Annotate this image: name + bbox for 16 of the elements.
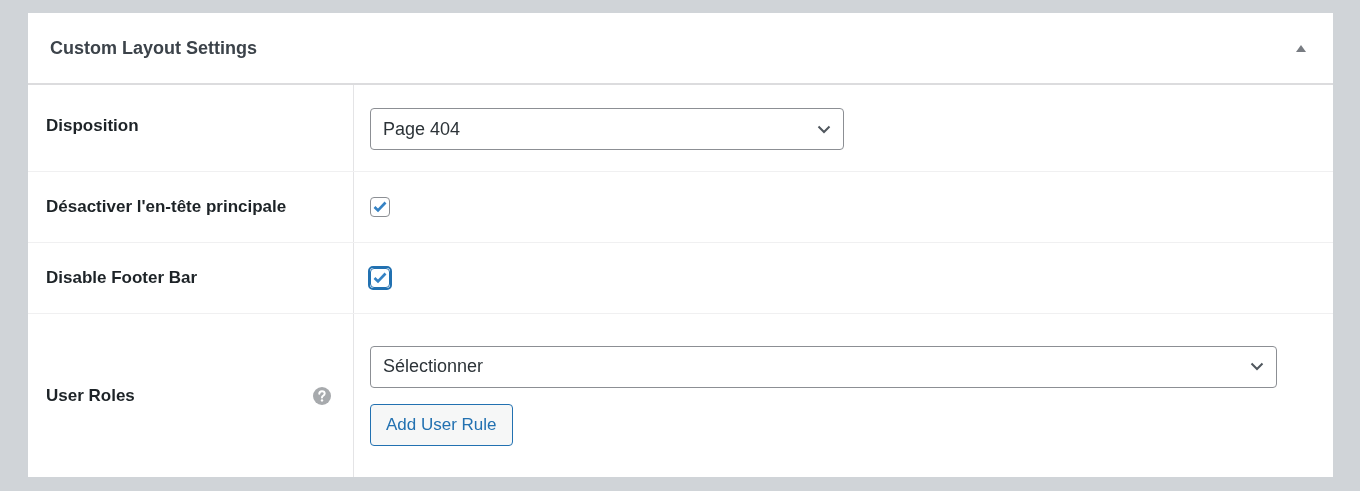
dropdown-select[interactable]: Page 404 [370, 108, 844, 150]
dropdown-select[interactable]: Sélectionner [370, 345, 1277, 388]
checkmark-icon [373, 201, 387, 213]
checkbox[interactable] [370, 197, 390, 217]
panel-title: Custom Layout Settings [50, 37, 257, 59]
collapse-toggle-icon[interactable] [1295, 43, 1307, 53]
chevron-down-icon [1250, 362, 1264, 371]
help-icon[interactable] [313, 386, 331, 405]
field-label: Disposition [46, 116, 139, 136]
checkmark-icon [373, 272, 387, 284]
field-label: Disable Footer Bar [46, 268, 198, 288]
checkbox[interactable] [370, 268, 390, 288]
chevron-down-icon [817, 124, 831, 134]
field-label: Désactiver l'en-tête principale [46, 197, 287, 217]
add-user-rule-button[interactable]: Add User Rule [370, 403, 513, 446]
field-label: User Roles [46, 385, 135, 406]
